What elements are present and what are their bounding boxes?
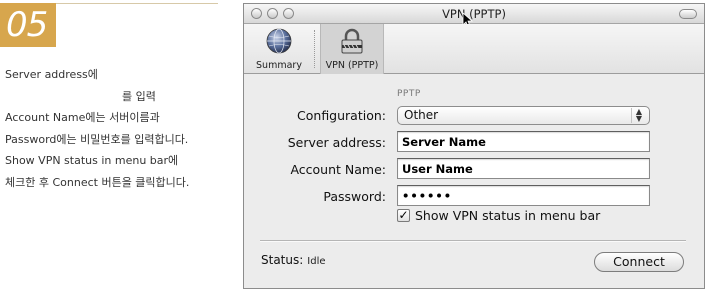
globe-icon [266,28,292,54]
status-label: Status: [261,253,304,267]
instruction-line: 를 입력 [122,89,156,103]
account-name-label: Account Name: [290,162,386,177]
instruction-line: 체크한 후 Connect 버튼을 클릭합니다. [5,175,190,189]
lock-icon [341,28,363,54]
toolbar-separator [314,30,315,68]
step-number-badge: 05 [0,3,56,47]
server-address-field[interactable] [397,131,650,152]
divider-line [56,3,218,4]
password-field[interactable] [397,185,650,206]
vpn-window: VPN (PPTP) Summary VPN (PPTP) PPTP Confi… [243,3,705,289]
instruction-line: Show VPN status in menu bar에 [5,154,179,167]
window-title: VPN (PPTP) [442,7,506,21]
divider-line [260,240,686,242]
show-vpn-status-label: Show VPN status in menu bar [415,208,601,223]
up-down-arrows-icon: ▲ ▼ [631,108,646,123]
connect-button[interactable]: Connect [594,252,684,272]
configuration-popup[interactable]: Other ▲ ▼ [397,106,650,125]
toolbar-item-label: VPN (PPTP) [325,60,379,71]
instructions-text: Server address에 를 입력 Account Name에는 서버이름… [5,64,220,193]
configuration-label: Configuration: [297,108,386,123]
toolbar-toggle-button[interactable] [679,9,697,19]
instruction-line: Password에는 비밀번호를 입력합니다. [5,132,189,146]
toolbar-item-vpn-pptp[interactable]: VPN (PPTP) [320,24,384,74]
status-value: Idle [307,256,326,267]
title-bar[interactable]: VPN (PPTP) [244,4,704,28]
configuration-value: Other [404,108,439,122]
server-address-label: Server address: [287,135,386,150]
toolbar-item-label: Summary [256,60,302,71]
toolbar: Summary VPN (PPTP) [244,24,704,74]
section-label: PPTP [397,89,421,99]
toolbar-item-summary[interactable]: Summary [250,24,308,74]
instruction-line: Account Name에는 서버이름과 [5,111,160,124]
account-name-field[interactable] [397,158,650,179]
show-vpn-status-checkbox[interactable]: ✓ [397,209,410,222]
password-label: Password: [323,189,386,204]
vpn-settings-panel: PPTP Configuration: Other ▲ ▼ Server addr… [244,74,704,288]
instruction-line: Server address에 [5,68,98,81]
status-text: Status: Idle [261,253,326,267]
